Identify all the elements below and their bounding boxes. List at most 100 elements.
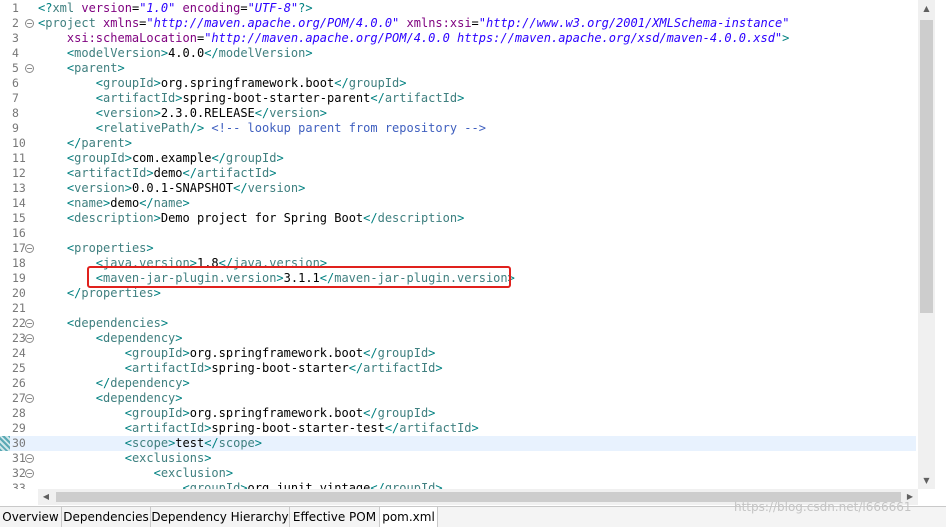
code-line[interactable]: <version>0.0.1-SNAPSHOT</version> — [38, 181, 305, 196]
code-token: > — [782, 31, 790, 45]
code-line[interactable]: </properties> — [38, 286, 161, 301]
code-token: </ — [66, 136, 82, 150]
code-token: < — [95, 391, 104, 405]
code-token: artifactId — [384, 91, 458, 105]
line-number-text: 12 — [12, 166, 26, 180]
vertical-scrollbar[interactable]: ▲ ▼ — [918, 0, 935, 489]
code-line[interactable]: <properties> — [38, 241, 154, 256]
code-token: > — [117, 61, 125, 75]
code-token: xsi:schemaLocation — [66, 31, 197, 45]
code-line[interactable]: <dependencies> — [38, 316, 168, 331]
code-token: com.example — [131, 151, 212, 165]
code-token: description — [377, 211, 458, 225]
line-number-text: 5 — [12, 61, 19, 75]
code-token: > — [225, 466, 234, 480]
code-token: 0.0.1-SNAPSHOT — [131, 181, 234, 195]
code-line[interactable]: <dependency> — [38, 391, 183, 406]
scroll-up-icon[interactable]: ▲ — [918, 0, 935, 17]
line-number-gutter: 1 2−3 4 5−6 7 8 9 10 11 12 13 14 15 16 17−18 19 20 21 22−2… — [0, 0, 38, 489]
code-token: </ — [370, 91, 385, 105]
code-line[interactable]: <maven-jar-plugin.version>3.1.1</maven-j… — [38, 271, 515, 286]
tab-pom-xml[interactable]: pom.xml — [380, 507, 438, 527]
code-line[interactable]: <relativePath/> <!-- lookup parent from … — [38, 121, 486, 136]
code-line[interactable]: <groupId>org.springframework.boot</group… — [38, 406, 436, 421]
line-number: 21 — [0, 301, 38, 316]
code-token: exclusion — [160, 466, 226, 480]
fold-collapse-icon[interactable]: − — [25, 64, 34, 73]
code-line[interactable]: <groupId>org.junit.vintage</groupId> — [38, 481, 443, 489]
fold-collapse-icon[interactable]: − — [25, 454, 34, 463]
code-line[interactable]: <scope>test</scope> — [38, 436, 916, 451]
code-token: </ — [363, 346, 378, 360]
fold-collapse-icon[interactable]: − — [25, 244, 34, 253]
code-token: </ — [348, 361, 364, 375]
code-line[interactable]: <groupId>com.example</groupId> — [38, 151, 284, 166]
line-number: 25 — [0, 361, 38, 376]
code-token: > — [298, 181, 306, 195]
code-token: groupId — [348, 76, 400, 90]
code-token: < — [124, 436, 132, 450]
code-token: </ — [384, 421, 400, 435]
code-token: xmlns:xsi — [406, 16, 472, 30]
line-number-text: 23 — [12, 331, 26, 345]
scroll-down-icon[interactable]: ▼ — [918, 472, 935, 489]
xml-editor[interactable]: 1 2−3 4 5−6 7 8 9 10 11 12 13 14 15 16 17−18 19 20 21 22−2… — [0, 0, 918, 489]
code-line[interactable]: </dependency> — [38, 376, 190, 391]
line-number-text: 15 — [12, 211, 26, 225]
code-line[interactable]: <artifactId>spring-boot-starter</artifac… — [38, 361, 443, 376]
code-line[interactable]: <modelVersion>4.0.0</modelVersion> — [38, 46, 313, 61]
fold-collapse-icon[interactable]: − — [25, 19, 34, 28]
code-line[interactable]: <artifactId>spring-boot-starter-parent</… — [38, 91, 465, 106]
line-number-text: 22 — [12, 316, 26, 330]
code-line[interactable]: <dependency> — [38, 331, 183, 346]
code-line[interactable]: <groupId>org.springframework.boot</group… — [38, 76, 407, 91]
tab-effective-pom[interactable]: Effective POM — [290, 507, 380, 527]
code-token: </ — [66, 286, 82, 300]
scroll-left-icon[interactable]: ◀ — [38, 489, 54, 505]
code-token: groupId — [377, 346, 429, 360]
code-line[interactable]: <artifactId>demo</artifactId> — [38, 166, 277, 181]
code-token: < — [95, 121, 104, 135]
code-token: groupId — [74, 151, 125, 165]
line-number-text: 19 — [12, 271, 26, 285]
fold-collapse-icon[interactable]: − — [25, 334, 34, 343]
code-line[interactable]: </parent> — [38, 136, 132, 151]
tab-dependency-hierarchy[interactable]: Dependency Hierarchy — [151, 507, 290, 527]
tab-dependencies[interactable]: Dependencies — [62, 507, 151, 527]
code-line[interactable]: <artifactId>spring-boot-starter-test</ar… — [38, 421, 479, 436]
code-line[interactable]: <parent> — [38, 61, 125, 76]
fold-collapse-icon[interactable]: − — [25, 319, 34, 328]
code-token: </ — [334, 76, 349, 90]
code-token: org.junit.vintage — [247, 481, 371, 489]
line-number-text: 1 — [12, 1, 19, 15]
code-line[interactable]: <exclusions> — [38, 451, 212, 466]
line-number-text: 11 — [12, 151, 26, 165]
tab-overview[interactable]: Overview — [0, 507, 62, 527]
code-token: > — [153, 211, 161, 225]
code-line[interactable]: <java.version>1.8</java.version> — [38, 256, 327, 271]
code-line[interactable]: <?xml version="1.0" encoding="UTF-8"?> — [38, 1, 313, 16]
code-line[interactable]: xsi:schemaLocation="http://maven.apache.… — [38, 31, 789, 46]
code-line[interactable]: <exclusion> — [38, 466, 234, 481]
code-token: < — [95, 76, 104, 90]
vertical-scroll-thumb[interactable] — [920, 20, 933, 313]
fold-collapse-icon[interactable]: − — [25, 469, 34, 478]
code-line[interactable]: <groupId>org.springframework.boot</group… — [38, 346, 436, 361]
line-number: 12 — [0, 166, 38, 181]
code-line[interactable]: <name>demo</name> — [38, 196, 190, 211]
code-token: = — [471, 16, 479, 30]
code-line[interactable]: <project xmlns="http://maven.apache.org/… — [38, 16, 789, 31]
code-token: name — [74, 196, 104, 210]
fold-collapse-icon[interactable]: − — [25, 394, 34, 403]
code-token: > — [189, 256, 197, 270]
code-token: groupId — [103, 76, 154, 90]
code-line[interactable]: <version>2.3.0.RELEASE</version> — [38, 106, 327, 121]
code-token: java.version — [103, 256, 190, 270]
code-line[interactable]: <description>Demo project for Spring Boo… — [38, 211, 464, 226]
code-token: groupId — [384, 481, 436, 489]
